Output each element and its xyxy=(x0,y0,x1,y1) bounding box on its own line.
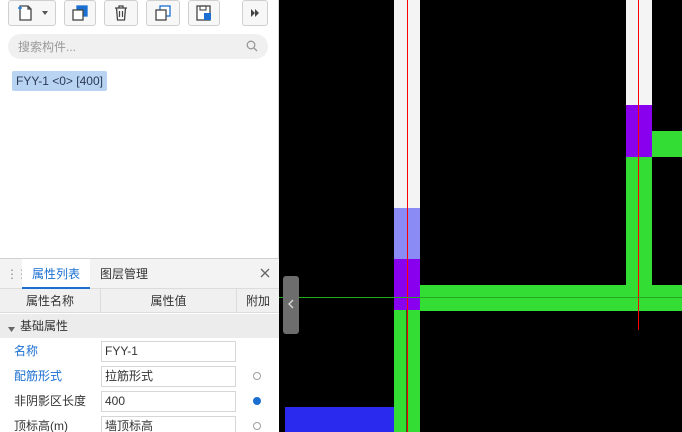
property-row: 名称 FYY-1 xyxy=(0,339,279,364)
wall-segment[interactable] xyxy=(420,285,682,311)
wall-segment[interactable] xyxy=(652,131,682,157)
extra-radio[interactable] xyxy=(253,397,261,405)
grid-line xyxy=(279,297,682,298)
property-row: 配筋形式 拉筋形式 xyxy=(0,364,279,389)
new-document-icon xyxy=(16,4,36,22)
property-name: 配筋形式 xyxy=(14,369,63,383)
property-row: 顶标高(m) 墙顶标高 xyxy=(0,414,279,432)
property-table-header: 属性名称 属性值 附加 xyxy=(0,289,279,313)
chevron-down-icon[interactable] xyxy=(42,11,48,15)
copy-button[interactable] xyxy=(64,0,96,26)
column-element[interactable] xyxy=(626,105,652,157)
extra-radio[interactable] xyxy=(253,422,261,430)
chevron-left-icon xyxy=(288,298,294,312)
caret-down-icon[interactable] xyxy=(8,322,15,336)
property-value-field[interactable]: 墙顶标高 xyxy=(101,416,236,432)
slab-element[interactable] xyxy=(285,407,394,432)
property-value-field[interactable]: FYY-1 xyxy=(101,341,236,362)
close-icon[interactable] xyxy=(259,267,271,282)
column-header-extra: 附加 xyxy=(245,294,270,308)
left-panel: FYY-1 <0> [400] ⋮⋮ 属性列表 图层管理 属性名称 属性值 附加… xyxy=(0,0,279,432)
layers-copy-icon xyxy=(154,4,172,22)
save-icon xyxy=(195,4,213,22)
search-icon[interactable] xyxy=(246,40,258,55)
column-header-name: 属性名称 xyxy=(0,289,101,313)
component-list-item[interactable]: FYY-1 <0> [400] xyxy=(12,71,107,91)
search-box xyxy=(8,34,268,59)
property-panel: ⋮⋮ 属性列表 图层管理 属性名称 属性值 附加 基础属性 名称 FYY-1 配… xyxy=(0,258,279,432)
property-name: 名称 xyxy=(14,344,39,358)
tab-property-list[interactable]: 属性列表 xyxy=(22,259,91,289)
double-chevron-right-icon xyxy=(250,9,260,17)
delete-button[interactable] xyxy=(104,0,138,26)
search-input[interactable] xyxy=(18,34,238,59)
drawing-canvas[interactable] xyxy=(279,0,682,432)
property-value-field[interactable]: 拉筋形式 xyxy=(101,366,236,387)
column-header-value: 属性值 xyxy=(101,289,237,313)
property-group-label: 基础属性 xyxy=(20,319,69,333)
tab-layer-management[interactable]: 图层管理 xyxy=(90,259,158,289)
property-group-basic[interactable]: 基础属性 xyxy=(0,314,279,338)
copy-to-layer-button[interactable] xyxy=(146,0,180,26)
property-name: 顶标高(m) xyxy=(14,419,68,432)
trash-icon xyxy=(112,4,130,22)
tab-bar: ⋮⋮ 属性列表 图层管理 xyxy=(0,259,279,289)
property-row: 非阴影区长度 400 xyxy=(0,389,279,414)
panel-collapse-handle[interactable] xyxy=(283,276,299,334)
axis-line xyxy=(407,0,408,432)
new-component-button[interactable] xyxy=(8,0,56,26)
copy-icon xyxy=(71,4,89,22)
more-button[interactable] xyxy=(242,0,268,26)
extra-radio[interactable] xyxy=(253,372,261,380)
wall-segment[interactable] xyxy=(626,0,652,105)
save-template-button[interactable] xyxy=(188,0,220,26)
property-value-field[interactable]: 400 xyxy=(101,391,236,412)
wall-segment[interactable] xyxy=(626,157,652,285)
property-name: 非阴影区长度 xyxy=(14,394,87,408)
axis-line xyxy=(638,0,639,330)
